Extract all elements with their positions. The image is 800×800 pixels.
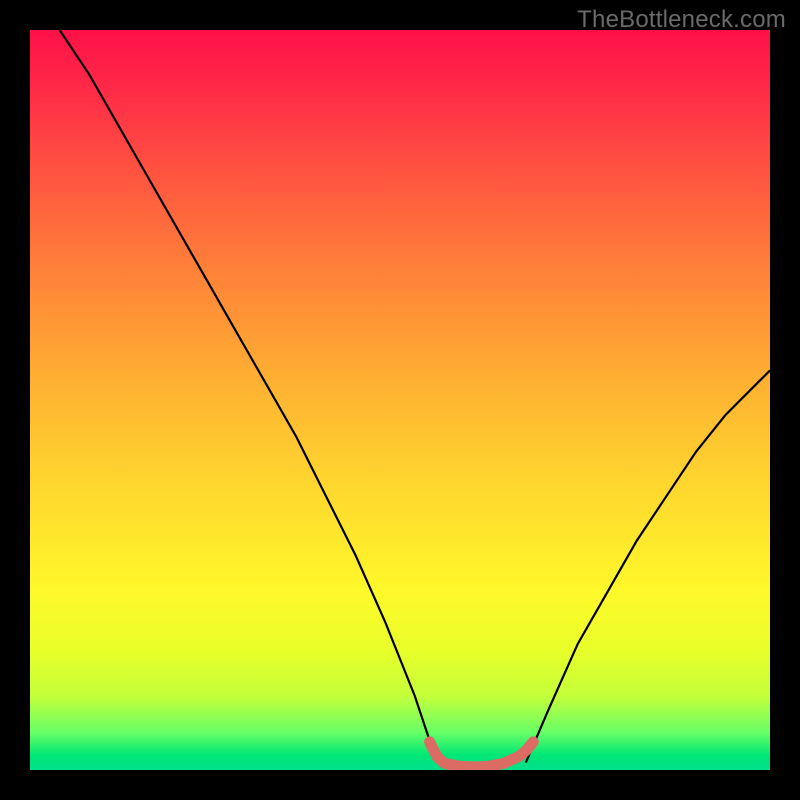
watermark-label: TheBottleneck.com	[577, 6, 786, 34]
plot-area	[30, 30, 770, 770]
left-curve-path	[60, 30, 437, 763]
valley-curve-path	[430, 742, 534, 767]
curve-layer	[30, 30, 770, 770]
chart-frame: TheBottleneck.com	[0, 0, 800, 800]
right-curve-path	[526, 370, 770, 762]
